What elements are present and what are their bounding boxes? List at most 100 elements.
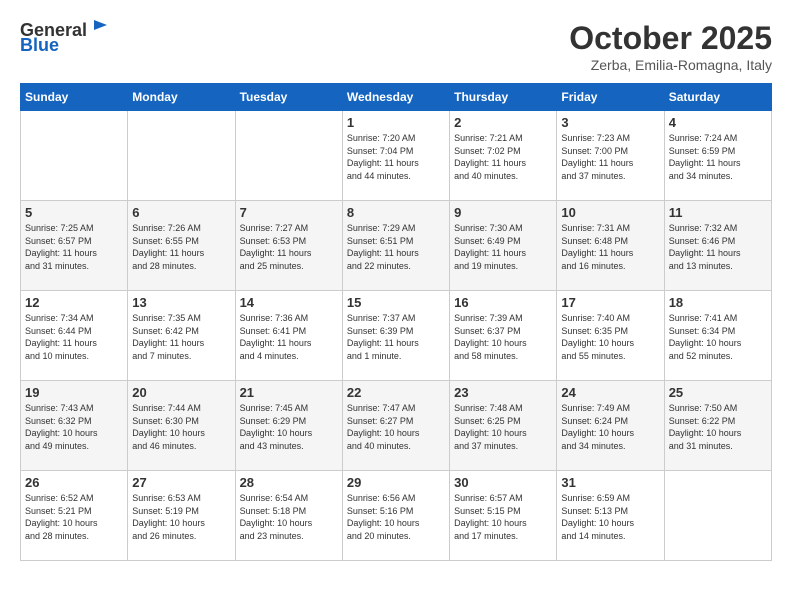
- day-number: 13: [132, 295, 230, 310]
- day-info: Sunrise: 7:23 AM Sunset: 7:00 PM Dayligh…: [561, 132, 659, 182]
- calendar-cell: 31 Sunrise: 6:59 AM Sunset: 5:13 PM Dayli…: [557, 471, 664, 561]
- day-number: 21: [240, 385, 338, 400]
- weekday-header-saturday: Saturday: [664, 84, 771, 111]
- day-info: Sunrise: 7:50 AM Sunset: 6:22 PM Dayligh…: [669, 402, 767, 452]
- calendar-week-row-4: 19 Sunrise: 7:43 AM Sunset: 6:32 PM Dayli…: [21, 381, 772, 471]
- day-info: Sunrise: 7:40 AM Sunset: 6:35 PM Dayligh…: [561, 312, 659, 362]
- day-number: 4: [669, 115, 767, 130]
- calendar-week-row-3: 12Sunrise: 7:34 AM Sunset: 6:44 PM Dayli…: [21, 291, 772, 381]
- day-number: 29: [347, 475, 445, 490]
- day-number: 6: [132, 205, 230, 220]
- calendar-cell: 25 Sunrise: 7:50 AM Sunset: 6:22 PM Dayli…: [664, 381, 771, 471]
- calendar-cell: [235, 111, 342, 201]
- calendar-cell: 23 Sunrise: 7:48 AM Sunset: 6:25 PM Dayli…: [450, 381, 557, 471]
- day-info: Sunrise: 7:39 AM Sunset: 6:37 PM Dayligh…: [454, 312, 552, 362]
- day-info: Sunrise: 7:31 AM Sunset: 6:48 PM Dayligh…: [561, 222, 659, 272]
- day-number: 3: [561, 115, 659, 130]
- calendar-cell: 16 Sunrise: 7:39 AM Sunset: 6:37 PM Dayli…: [450, 291, 557, 381]
- weekday-header-sunday: Sunday: [21, 84, 128, 111]
- month-title: October 2025: [569, 20, 772, 57]
- day-info: Sunrise: 7:49 AM Sunset: 6:24 PM Dayligh…: [561, 402, 659, 452]
- day-number: 9: [454, 205, 552, 220]
- calendar-cell: 2Sunrise: 7:21 AM Sunset: 7:02 PM Daylig…: [450, 111, 557, 201]
- calendar-cell: [128, 111, 235, 201]
- day-info: Sunrise: 7:26 AM Sunset: 6:55 PM Dayligh…: [132, 222, 230, 272]
- calendar-week-row-2: 5Sunrise: 7:25 AM Sunset: 6:57 PM Daylig…: [21, 201, 772, 291]
- calendar-cell: 5Sunrise: 7:25 AM Sunset: 6:57 PM Daylig…: [21, 201, 128, 291]
- calendar-cell: 1 Sunrise: 7:20 AM Sunset: 7:04 PM Daylig…: [342, 111, 449, 201]
- day-info: Sunrise: 7:20 AM Sunset: 7:04 PM Dayligh…: [347, 132, 445, 182]
- day-info: Sunrise: 6:57 AM Sunset: 5:15 PM Dayligh…: [454, 492, 552, 542]
- calendar-cell: 10 Sunrise: 7:31 AM Sunset: 6:48 PM Dayli…: [557, 201, 664, 291]
- day-number: 20: [132, 385, 230, 400]
- calendar-cell: 7 Sunrise: 7:27 AM Sunset: 6:53 PM Daylig…: [235, 201, 342, 291]
- calendar-cell: 8Sunrise: 7:29 AM Sunset: 6:51 PM Daylig…: [342, 201, 449, 291]
- day-info: Sunrise: 7:36 AM Sunset: 6:41 PM Dayligh…: [240, 312, 338, 362]
- day-info: Sunrise: 7:35 AM Sunset: 6:42 PM Dayligh…: [132, 312, 230, 362]
- day-info: Sunrise: 7:27 AM Sunset: 6:53 PM Dayligh…: [240, 222, 338, 272]
- calendar-cell: 12Sunrise: 7:34 AM Sunset: 6:44 PM Dayli…: [21, 291, 128, 381]
- day-info: Sunrise: 7:30 AM Sunset: 6:49 PM Dayligh…: [454, 222, 552, 272]
- calendar-cell: [664, 471, 771, 561]
- weekday-header-friday: Friday: [557, 84, 664, 111]
- calendar-cell: 11 Sunrise: 7:32 AM Sunset: 6:46 PM Dayli…: [664, 201, 771, 291]
- calendar-cell: 21 Sunrise: 7:45 AM Sunset: 6:29 PM Dayli…: [235, 381, 342, 471]
- calendar-cell: 27 Sunrise: 6:53 AM Sunset: 5:19 PM Dayli…: [128, 471, 235, 561]
- day-info: Sunrise: 7:43 AM Sunset: 6:32 PM Dayligh…: [25, 402, 123, 452]
- day-info: Sunrise: 7:37 AM Sunset: 6:39 PM Dayligh…: [347, 312, 445, 362]
- day-number: 27: [132, 475, 230, 490]
- day-info: Sunrise: 6:53 AM Sunset: 5:19 PM Dayligh…: [132, 492, 230, 542]
- calendar-week-row-1: 1 Sunrise: 7:20 AM Sunset: 7:04 PM Daylig…: [21, 111, 772, 201]
- calendar-cell: 20 Sunrise: 7:44 AM Sunset: 6:30 PM Dayli…: [128, 381, 235, 471]
- day-number: 12: [25, 295, 123, 310]
- calendar-cell: 22 Sunrise: 7:47 AM Sunset: 6:27 PM Dayli…: [342, 381, 449, 471]
- day-number: 16: [454, 295, 552, 310]
- day-number: 26: [25, 475, 123, 490]
- day-number: 15: [347, 295, 445, 310]
- day-number: 23: [454, 385, 552, 400]
- calendar-cell: 4 Sunrise: 7:24 AM Sunset: 6:59 PM Daylig…: [664, 111, 771, 201]
- day-info: Sunrise: 7:47 AM Sunset: 6:27 PM Dayligh…: [347, 402, 445, 452]
- day-number: 5: [25, 205, 123, 220]
- page-header: General Blue October 2025 Zerba, Emilia-…: [20, 20, 772, 73]
- calendar-cell: 29Sunrise: 6:56 AM Sunset: 5:16 PM Dayli…: [342, 471, 449, 561]
- day-number: 17: [561, 295, 659, 310]
- day-number: 8: [347, 205, 445, 220]
- day-number: 24: [561, 385, 659, 400]
- calendar-cell: 19 Sunrise: 7:43 AM Sunset: 6:32 PM Dayli…: [21, 381, 128, 471]
- day-info: Sunrise: 6:59 AM Sunset: 5:13 PM Dayligh…: [561, 492, 659, 542]
- logo-blue: Blue: [20, 35, 59, 56]
- day-number: 11: [669, 205, 767, 220]
- logo-flag-icon: [89, 17, 113, 41]
- day-number: 25: [669, 385, 767, 400]
- calendar-cell: 15 Sunrise: 7:37 AM Sunset: 6:39 PM Dayli…: [342, 291, 449, 381]
- weekday-header-tuesday: Tuesday: [235, 84, 342, 111]
- calendar-table: SundayMondayTuesdayWednesdayThursdayFrid…: [20, 83, 772, 561]
- day-number: 10: [561, 205, 659, 220]
- day-info: Sunrise: 7:48 AM Sunset: 6:25 PM Dayligh…: [454, 402, 552, 452]
- weekday-header-row: SundayMondayTuesdayWednesdayThursdayFrid…: [21, 84, 772, 111]
- day-info: Sunrise: 7:44 AM Sunset: 6:30 PM Dayligh…: [132, 402, 230, 452]
- day-number: 7: [240, 205, 338, 220]
- day-number: 22: [347, 385, 445, 400]
- calendar-cell: [21, 111, 128, 201]
- day-info: Sunrise: 6:52 AM Sunset: 5:21 PM Dayligh…: [25, 492, 123, 542]
- day-info: Sunrise: 7:24 AM Sunset: 6:59 PM Dayligh…: [669, 132, 767, 182]
- logo: General Blue: [20, 20, 113, 56]
- day-number: 28: [240, 475, 338, 490]
- day-info: Sunrise: 7:41 AM Sunset: 6:34 PM Dayligh…: [669, 312, 767, 362]
- day-number: 1: [347, 115, 445, 130]
- day-number: 2: [454, 115, 552, 130]
- day-info: Sunrise: 6:54 AM Sunset: 5:18 PM Dayligh…: [240, 492, 338, 542]
- day-number: 31: [561, 475, 659, 490]
- day-info: Sunrise: 7:32 AM Sunset: 6:46 PM Dayligh…: [669, 222, 767, 272]
- day-number: 14: [240, 295, 338, 310]
- calendar-cell: 13 Sunrise: 7:35 AM Sunset: 6:42 PM Dayli…: [128, 291, 235, 381]
- calendar-cell: 6 Sunrise: 7:26 AM Sunset: 6:55 PM Daylig…: [128, 201, 235, 291]
- calendar-cell: 9 Sunrise: 7:30 AM Sunset: 6:49 PM Daylig…: [450, 201, 557, 291]
- weekday-header-thursday: Thursday: [450, 84, 557, 111]
- day-number: 19: [25, 385, 123, 400]
- day-info: Sunrise: 7:45 AM Sunset: 6:29 PM Dayligh…: [240, 402, 338, 452]
- calendar-cell: 24 Sunrise: 7:49 AM Sunset: 6:24 PM Dayli…: [557, 381, 664, 471]
- calendar-cell: 17 Sunrise: 7:40 AM Sunset: 6:35 PM Dayli…: [557, 291, 664, 381]
